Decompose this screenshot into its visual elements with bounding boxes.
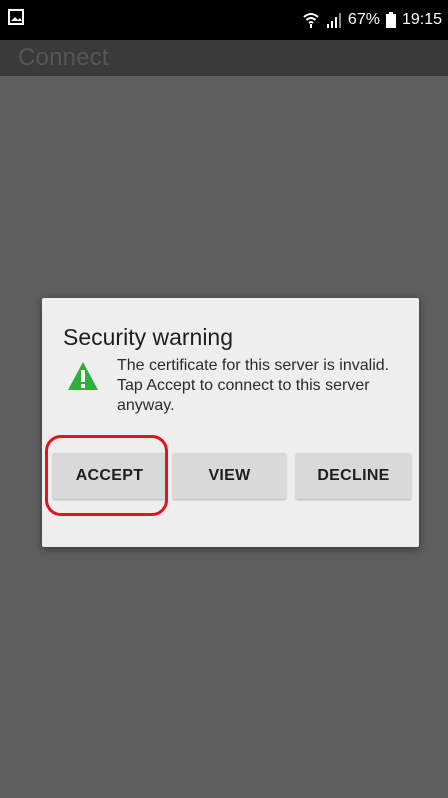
battery-percentage: 67% [347, 11, 380, 28]
dialog-title: Security warning [63, 324, 234, 350]
dialog-message: The certificate for this server is inval… [117, 357, 390, 414]
signal-icon [326, 13, 341, 28]
decline-button[interactable]: DECLINE [296, 453, 411, 499]
battery-icon [385, 12, 396, 28]
app-title: Connect [18, 44, 109, 71]
clock: 19:15 [401, 11, 442, 28]
view-button[interactable]: VIEW [173, 453, 286, 499]
warning-icon [68, 362, 98, 390]
status-right-group: 67% 19:15 [302, 0, 442, 40]
gallery-notification-icon [8, 9, 24, 25]
security-warning-dialog: Security warning The certificate for thi… [42, 298, 419, 547]
status-bar: 67% 19:15 [0, 0, 448, 40]
wifi-icon [303, 13, 319, 28]
accept-button[interactable]: ACCEPT [53, 453, 166, 499]
app-bar: Connect [0, 40, 448, 76]
